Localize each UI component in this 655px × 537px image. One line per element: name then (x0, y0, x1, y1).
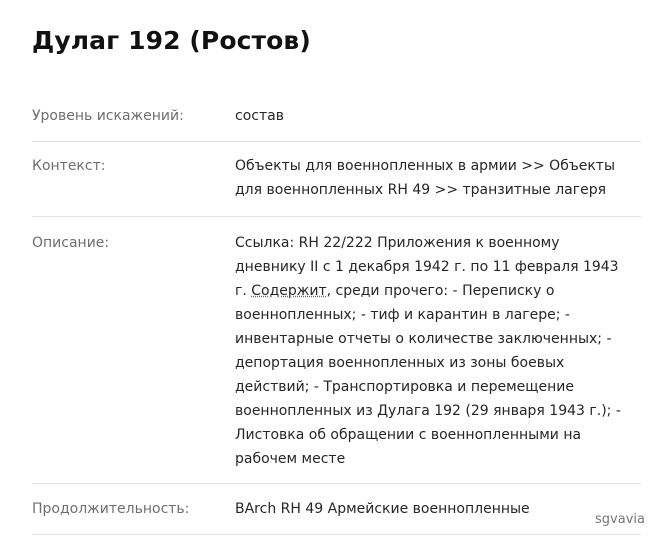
description-line: дневнику II с 1 декабря 1942 г. по 11 фе… (235, 259, 619, 275)
description-line: военнопленных; - тиф и карантин в лагере… (235, 307, 570, 323)
description-label: Описание: (32, 235, 110, 251)
distortion-label: Уровень искажений: (32, 108, 184, 124)
watermark: sgvavia (595, 512, 645, 527)
page-title: Дулаг 192 (Ростов) (32, 26, 311, 55)
description-line: Ссылка: RH 22/222 Приложения к военному (235, 235, 560, 251)
spellcheck-underlined-word: Содержит (251, 283, 327, 299)
description-line: действий; - Транспортировка и перемещени… (235, 379, 574, 395)
description-line: инвентарные отчеты о количестве заключен… (235, 331, 612, 347)
description-line: Листовка об обращении с военнопленными н… (235, 427, 582, 443)
description-value: Ссылка: RH 22/222 Приложения к военному … (235, 231, 641, 483)
context-value: Объекты для военнопленных в армии >> Объ… (235, 154, 641, 216)
description-text: г. (235, 283, 252, 299)
duration-row: Продолжительность: BArch RH 49 Армейские… (32, 484, 641, 535)
description-line: депортация военнопленных из зоны боевых (235, 355, 565, 371)
distortion-value: состав (235, 108, 284, 124)
duration-value: BArch RH 49 Армейские военнопленные (235, 501, 530, 517)
context-line: Объекты для военнопленных в армии >> Объ… (235, 158, 615, 174)
context-label: Контекст: (32, 158, 106, 174)
duration-label: Продолжительность: (32, 501, 190, 517)
context-line: для военнопленных RH 49 >> транзитные ла… (235, 182, 607, 198)
description-line: г. Содержит, среди прочего: - Переписку … (235, 279, 641, 303)
details-list: Уровень искажений: состав Контекст: Объе… (32, 93, 641, 535)
description-text: , среди прочего: - Переписку о (326, 283, 555, 299)
description-line: военнопленных из Дулага 192 (29 января 1… (235, 403, 621, 419)
context-row: Контекст: Объекты для военнопленных в ар… (32, 142, 641, 217)
description-line: рабочем месте (235, 451, 346, 467)
description-row: Описание: Ссылка: RH 22/222 Приложения к… (32, 217, 641, 484)
distortion-row: Уровень искажений: состав (32, 93, 641, 142)
